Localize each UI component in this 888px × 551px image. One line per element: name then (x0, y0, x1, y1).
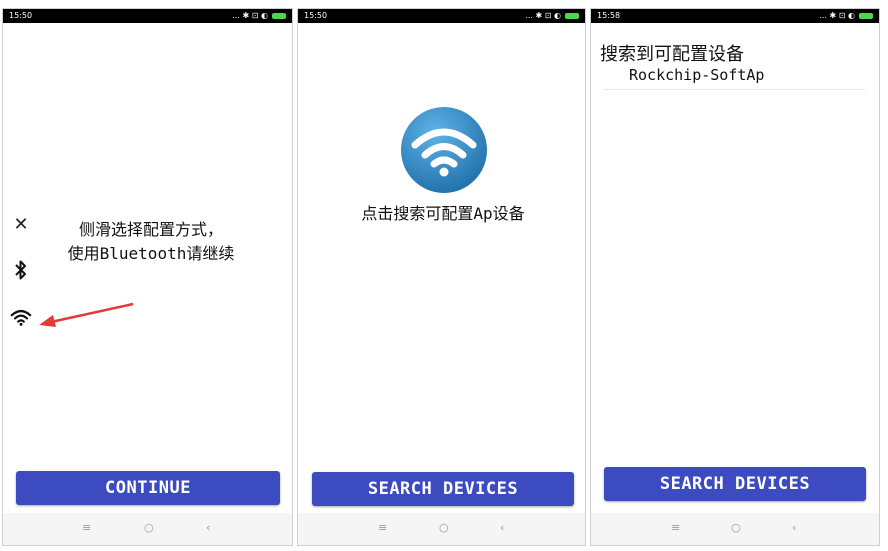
status-icons: ... ✱ ⊡ ◐ (232, 9, 286, 23)
screen-device-results: 15:58 ... ✱ ⊡ ◐ 搜索到可配置设备 Rockchip-SoftAp… (590, 8, 880, 546)
menu-icon[interactable]: ≡ (378, 521, 387, 534)
search-devices-button[interactable]: SEARCH DEVICES (312, 472, 574, 506)
home-icon[interactable]: ○ (731, 521, 741, 534)
list-item[interactable]: Rockchip-SoftAp (603, 64, 865, 90)
back-icon[interactable]: ‹ (792, 521, 796, 534)
menu-icon[interactable]: ≡ (671, 521, 680, 534)
search-devices-button[interactable]: SEARCH DEVICES (604, 467, 866, 501)
results-heading: 搜索到可配置设备 (600, 44, 744, 65)
status-icons-text: ... ✱ ⊡ ◐ (232, 11, 268, 20)
status-icons-text: ... ✱ ⊡ ◐ (819, 11, 855, 20)
bluetooth-icon[interactable] (10, 259, 32, 281)
status-icons-text: ... ✱ ⊡ ◐ (525, 11, 561, 20)
back-icon[interactable]: ‹ (206, 521, 210, 534)
screen-search-prompt: 15:50 ... ✱ ⊡ ◐ 点击搜索可配置Ap设备 SEARCH DEVIC… (297, 8, 586, 546)
back-icon[interactable]: ‹ (500, 521, 504, 534)
status-time: 15:50 (304, 11, 328, 20)
battery-icon (565, 13, 579, 19)
instruction-line-2: 使用Bluetooth请继续 (67, 244, 235, 263)
status-bar: 15:50 ... ✱ ⊡ ◐ (298, 9, 585, 23)
nav-bar: ≡ ○ ‹ (3, 513, 292, 545)
device-name: Rockchip-SoftAp (629, 66, 765, 84)
status-time: 15:50 (9, 11, 33, 20)
instruction-text: 侧滑选择配置方式， 使用Bluetooth请继续 (51, 218, 251, 266)
status-icons: ... ✱ ⊡ ◐ (819, 9, 873, 23)
close-icon[interactable]: ✕ (10, 213, 32, 235)
continue-button[interactable]: CONTINUE (16, 471, 280, 505)
search-prompt-text: 点击搜索可配置Ap设备 (361, 204, 525, 223)
arrow-pointer-icon (39, 302, 134, 327)
instruction-line-1: 侧滑选择配置方式， (78, 220, 223, 239)
menu-icon[interactable]: ≡ (82, 521, 91, 534)
screen-mode-select: 15:50 ... ✱ ⊡ ◐ ✕ 侧滑选择配置方式， 使用Bluetooth请… (2, 8, 293, 546)
nav-bar: ≡ ○ ‹ (591, 513, 879, 545)
status-time: 15:58 (597, 11, 621, 20)
battery-icon (859, 13, 873, 19)
wifi-badge-icon (401, 107, 487, 193)
status-bar: 15:50 ... ✱ ⊡ ◐ (3, 9, 292, 23)
home-icon[interactable]: ○ (439, 521, 449, 534)
status-icons: ... ✱ ⊡ ◐ (525, 9, 579, 23)
home-icon[interactable]: ○ (144, 521, 154, 534)
status-bar: 15:58 ... ✱ ⊡ ◐ (591, 9, 879, 23)
nav-bar: ≡ ○ ‹ (298, 513, 585, 545)
battery-icon (272, 13, 286, 19)
wifi-icon[interactable] (10, 306, 32, 328)
